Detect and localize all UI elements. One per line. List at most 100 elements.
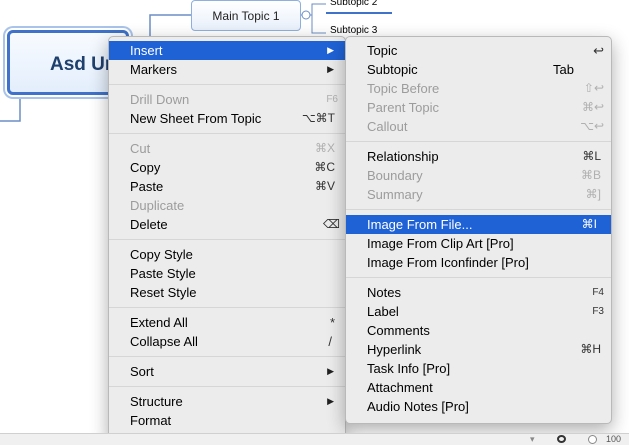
- submenu-arrow-icon: ▶: [327, 366, 334, 376]
- shortcut-summary: ⌘]: [585, 187, 601, 201]
- menu-label-image-from-clip-art: Image From Clip Art [Pro]: [367, 236, 514, 251]
- menu-label-notes: Notes: [367, 285, 401, 300]
- shortcut-copy: ⌘C: [314, 160, 335, 174]
- menu-label-sort: Sort: [130, 364, 154, 379]
- menu-separator: [346, 209, 611, 210]
- menu-item-notes[interactable]: Notes F4: [346, 283, 611, 302]
- menu-separator: [109, 356, 345, 357]
- menu-separator: [346, 141, 611, 142]
- menu-item-sort[interactable]: Sort ▶: [109, 362, 345, 381]
- menu-item-image-from-file[interactable]: Image From File... ⌘I: [346, 215, 611, 234]
- shortcut-relationship: ⌘L: [582, 149, 601, 163]
- submenu-arrow-icon: ▶: [327, 64, 334, 74]
- menu-item-subtopic[interactable]: Subtopic Tab: [346, 60, 611, 79]
- menu-label-cut: Cut: [130, 141, 151, 156]
- menu-label-format: Format: [130, 413, 172, 428]
- menu-item-task-info[interactable]: Task Info [Pro]: [346, 359, 611, 378]
- menu-separator: [109, 84, 345, 85]
- subtopic-3[interactable]: Subtopic 3: [330, 25, 377, 36]
- shortcut-subtopic: Tab: [553, 62, 574, 77]
- menu-item-duplicate[interactable]: Duplicate: [109, 196, 345, 215]
- shortcut-image-from-file: ⌘I: [581, 217, 597, 231]
- shortcut-boundary: ⌘B: [580, 168, 601, 182]
- menu-item-copy[interactable]: Copy ⌘C: [109, 158, 345, 177]
- menu-item-format[interactable]: Format: [109, 411, 345, 430]
- menu-label-hyperlink: Hyperlink: [367, 342, 422, 357]
- submenu-arrow-icon: ▶: [327, 45, 334, 55]
- menu-label-extend-all: Extend All: [130, 315, 188, 330]
- main-topic-1[interactable]: Main Topic 1: [191, 0, 301, 31]
- menu-item-structure[interactable]: Structure ▶: [109, 392, 345, 411]
- menu-label-drill-down: Drill Down: [130, 92, 190, 107]
- menu-item-cut[interactable]: Cut ⌘X: [109, 139, 345, 158]
- menu-item-parent-topic[interactable]: Parent Topic ⌘↩: [346, 98, 611, 117]
- menu-item-reset-style[interactable]: Reset Style: [109, 283, 345, 302]
- menu-item-collapse-all[interactable]: Collapse All /: [109, 332, 345, 351]
- menu-item-summary[interactable]: Summary ⌘]: [346, 185, 611, 204]
- menu-item-topic[interactable]: Topic ↩: [346, 41, 611, 60]
- menu-label-insert: Insert: [130, 43, 163, 58]
- menu-item-paste[interactable]: Paste ⌘V: [109, 177, 345, 196]
- delete-key-icon: ⌫: [323, 217, 340, 231]
- menu-label-image-from-file: Image From File...: [367, 217, 473, 232]
- shortcut-drill-down: F6: [326, 94, 338, 105]
- menu-label-parent-topic: Parent Topic: [367, 100, 440, 115]
- menu-item-extend-all[interactable]: Extend All *: [109, 313, 345, 332]
- menu-item-boundary[interactable]: Boundary ⌘B: [346, 166, 611, 185]
- menu-separator: [109, 307, 345, 308]
- menu-label-callout: Callout: [367, 119, 408, 134]
- menu-label-audio-notes: Audio Notes [Pro]: [367, 399, 469, 414]
- menu-separator: [346, 277, 611, 278]
- shortcut-label: F3: [592, 306, 604, 317]
- menu-label-duplicate: Duplicate: [130, 198, 185, 213]
- menu-item-comments[interactable]: Comments: [346, 321, 611, 340]
- menu-item-attachment[interactable]: Attachment: [346, 378, 611, 397]
- menu-item-insert[interactable]: Insert ▶: [109, 41, 345, 60]
- menu-item-callout[interactable]: Callout ⌥↩: [346, 117, 611, 136]
- menu-item-hyperlink[interactable]: Hyperlink ⌘H: [346, 340, 611, 359]
- shortcut-extend-all: *: [329, 315, 335, 330]
- insert-submenu: Topic ↩ Subtopic Tab Topic Before ⇧↩ Par…: [345, 36, 612, 424]
- menu-label-task-info: Task Info [Pro]: [367, 361, 451, 376]
- menu-label-topic-before: Topic Before: [367, 81, 440, 96]
- menu-label-boundary: Boundary: [367, 168, 423, 183]
- menu-label-label: Label: [367, 304, 399, 319]
- context-menu: Insert ▶ Markers ▶ Drill Down F6 New She…: [108, 36, 346, 441]
- zoom-level: 100: [606, 434, 622, 444]
- shortcut-notes: F4: [592, 287, 604, 298]
- shortcut-paste: ⌘V: [314, 179, 335, 193]
- menu-label-topic: Topic: [367, 43, 398, 58]
- shortcut-hyperlink: ⌘H: [580, 342, 601, 356]
- menu-item-markers[interactable]: Markers ▶: [109, 60, 345, 79]
- view-icon[interactable]: [557, 435, 566, 443]
- return-key-icon: ↩: [593, 43, 604, 58]
- shortcut-topic-before: ⇧↩: [583, 81, 604, 95]
- menu-label-structure: Structure: [130, 394, 183, 409]
- menu-item-audio-notes[interactable]: Audio Notes [Pro]: [346, 397, 611, 416]
- menu-label-paste-style: Paste Style: [130, 266, 196, 281]
- menu-item-image-from-clip-art[interactable]: Image From Clip Art [Pro]: [346, 234, 611, 253]
- menu-separator: [109, 133, 345, 134]
- menu-label-paste: Paste: [130, 179, 164, 194]
- submenu-arrow-icon: ▶: [327, 396, 334, 406]
- menu-item-topic-before[interactable]: Topic Before ⇧↩: [346, 79, 611, 98]
- subtopic-2[interactable]: Subtopic 2: [330, 0, 377, 8]
- menu-item-image-from-iconfinder[interactable]: Image From Iconfinder [Pro]: [346, 253, 611, 272]
- menu-item-paste-style[interactable]: Paste Style: [109, 264, 345, 283]
- status-bar: ▾ 100: [0, 433, 629, 445]
- menu-item-drill-down[interactable]: Drill Down F6: [109, 90, 345, 109]
- shortcut-callout: ⌥↩: [580, 119, 604, 133]
- shortcut-new-sheet: ⌥⌘T: [301, 111, 335, 125]
- filter-icon[interactable]: ▾: [530, 434, 535, 444]
- menu-label-delete: Delete: [130, 217, 168, 232]
- zoom-radio-icon[interactable]: [588, 435, 597, 444]
- shortcut-parent-topic: ⌘↩: [581, 100, 604, 114]
- menu-label-attachment: Attachment: [367, 380, 433, 395]
- menu-item-copy-style[interactable]: Copy Style: [109, 245, 345, 264]
- menu-item-delete[interactable]: Delete ⌫: [109, 215, 345, 234]
- menu-label-comments: Comments: [367, 323, 430, 338]
- menu-item-label[interactable]: Label F3: [346, 302, 611, 321]
- menu-item-new-sheet[interactable]: New Sheet From Topic ⌥⌘T: [109, 109, 345, 128]
- menu-item-relationship[interactable]: Relationship ⌘L: [346, 147, 611, 166]
- menu-label-reset-style: Reset Style: [130, 285, 197, 300]
